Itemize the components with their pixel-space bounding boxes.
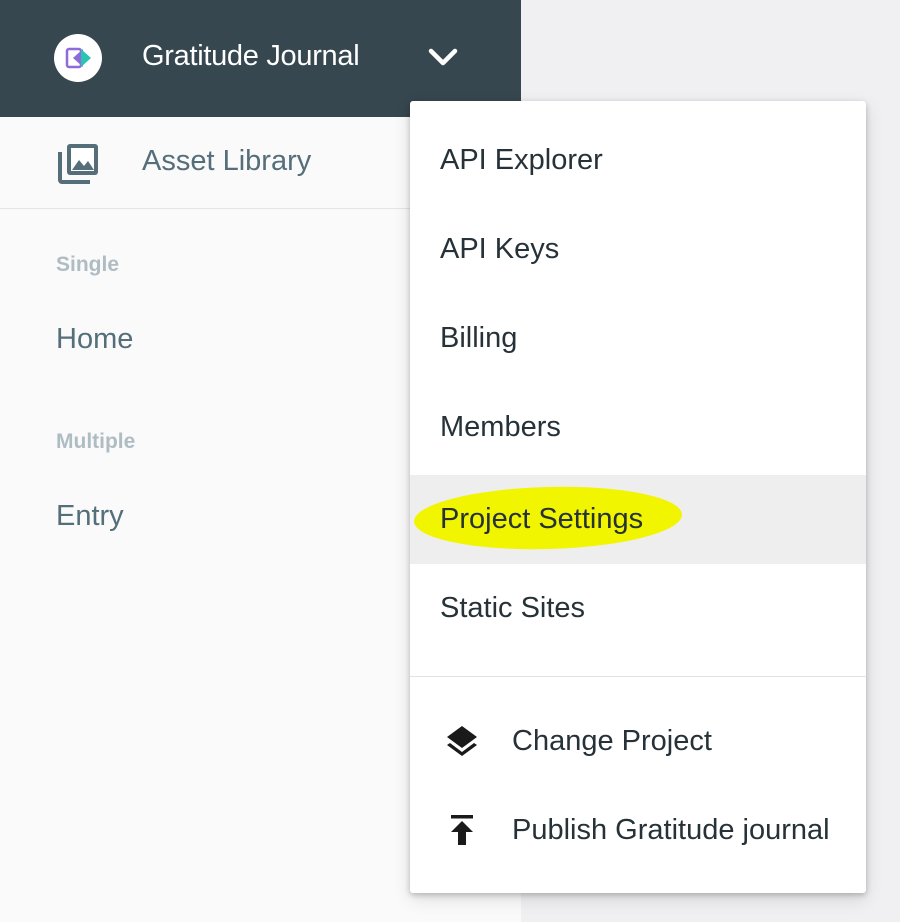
project-name[interactable]: Gratitude Journal bbox=[142, 38, 360, 74]
menu-item-members[interactable]: Members bbox=[410, 383, 866, 472]
layers-icon bbox=[444, 723, 480, 759]
menu-item-label: Members bbox=[440, 411, 561, 443]
publish-label: Publish Gratitude journal bbox=[512, 814, 830, 846]
menu-item-billing[interactable]: Billing bbox=[410, 294, 866, 383]
menu-divider bbox=[410, 676, 866, 677]
menu-item-label: API Explorer bbox=[440, 144, 603, 176]
menu-item-label: Billing bbox=[440, 322, 518, 354]
menu-item-label: API Keys bbox=[440, 233, 560, 265]
menu-item-project-settings[interactable]: Project Settings bbox=[410, 475, 866, 564]
photo-library-icon bbox=[58, 142, 100, 184]
sidebar-item-label: Asset Library bbox=[142, 145, 312, 177]
section-label-single: Single bbox=[56, 253, 120, 276]
sidebar-item-home[interactable]: Home bbox=[56, 321, 133, 357]
sidebar-item-entry[interactable]: Entry bbox=[56, 498, 124, 534]
menu-item-label: Project Settings bbox=[440, 503, 644, 535]
menu-item-label: Static Sites bbox=[440, 592, 586, 624]
menu-item-api-keys[interactable]: API Keys bbox=[410, 205, 866, 294]
project-dropdown-menu: API Explorer API Keys Billing Members Pr… bbox=[410, 101, 866, 893]
change-project-button[interactable]: Change Project bbox=[410, 698, 866, 787]
project-logo bbox=[54, 34, 102, 82]
project-header[interactable]: Gratitude Journal bbox=[0, 0, 521, 117]
menu-item-static-sites[interactable]: Static Sites bbox=[410, 564, 866, 653]
publish-button[interactable]: Publish Gratitude journal bbox=[410, 787, 866, 876]
section-label-multiple: Multiple bbox=[56, 430, 136, 453]
chevron-down-icon[interactable] bbox=[426, 44, 460, 70]
menu-item-api-explorer[interactable]: API Explorer bbox=[410, 116, 866, 205]
change-project-label: Change Project bbox=[512, 725, 712, 757]
logo-icon bbox=[65, 47, 91, 69]
publish-icon bbox=[444, 812, 480, 848]
